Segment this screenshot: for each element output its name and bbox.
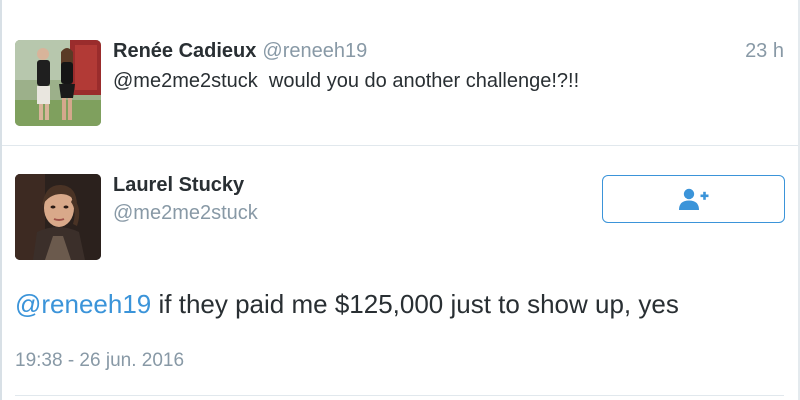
main-avatar-photo <box>15 174 101 260</box>
tweet-detail-screen: Renée Cadieux @reneeh19 23 h @me2me2stuc… <box>0 0 800 400</box>
reply-display-name[interactable]: Renée Cadieux <box>113 40 256 63</box>
main-tweet-text: @reneeh19 if they paid me $125,000 just … <box>15 289 679 320</box>
main-tweet-body: if they paid me $125,000 just to show up… <box>151 289 679 319</box>
add-user-icon <box>678 188 708 210</box>
main-avatar[interactable] <box>15 174 101 260</box>
reply-timestamp[interactable]: 23 h <box>745 40 784 63</box>
reply-handle[interactable]: @reneeh19 <box>262 40 367 63</box>
main-tweet: Laurel Stucky @me2me2stuck @reneeh19 if … <box>2 146 798 400</box>
mention-link[interactable]: @reneeh19 <box>15 289 151 319</box>
follow-button[interactable] <box>602 175 785 223</box>
tweet-divider <box>15 395 784 396</box>
reply-text: @me2me2stuck would you do another challe… <box>113 70 580 92</box>
main-tweet-date[interactable]: 19:38 - 26 jun. 2016 <box>15 350 184 372</box>
main-display-name[interactable]: Laurel Stucky <box>113 174 244 197</box>
reply-tweet[interactable]: Renée Cadieux @reneeh19 23 h @me2me2stuc… <box>2 0 798 146</box>
reply-avatar[interactable] <box>15 40 101 126</box>
reply-avatar-photo <box>15 40 101 126</box>
reply-header: Renée Cadieux @reneeh19 <box>113 40 367 66</box>
main-handle[interactable]: @me2me2stuck <box>113 202 258 225</box>
